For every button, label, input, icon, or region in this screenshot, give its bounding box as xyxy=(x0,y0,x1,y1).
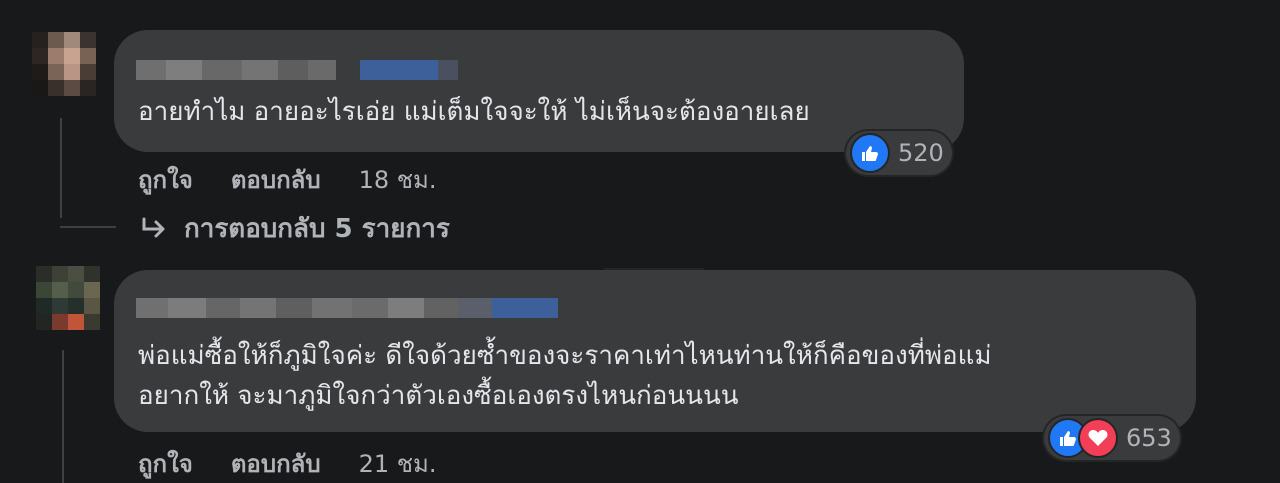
replies-label: การตอบกลับ 5 รายการ xyxy=(184,214,450,244)
comment-text: อายทำไม อายอะไรเอ่ย แม่เต็มใจจะให้ ไม่เห… xyxy=(138,97,810,127)
commenter-name-blurred[interactable] xyxy=(136,298,558,318)
comment-actions: ถูกใจ ตอบกลับ 18 ชม. xyxy=(138,160,474,199)
reaction-summary[interactable]: 653 xyxy=(1044,416,1180,460)
reaction-count: 520 xyxy=(898,139,944,167)
reply-button[interactable]: ตอบกลับ xyxy=(231,444,321,483)
comment-text-line: อยากให้ จะมาภูมิใจกว่าตัวเองซื้อเองตรงไห… xyxy=(138,381,739,411)
reply-arrow-icon xyxy=(142,217,165,237)
commenter-name-blurred[interactable] xyxy=(136,60,458,80)
like-button[interactable]: ถูกใจ xyxy=(138,160,193,199)
thread-line xyxy=(60,118,62,218)
comment-text-line: พ่อแม่ซื้อให้ก็ภูมิใจค่ะ ดีใจด้วยซ้ำของจ… xyxy=(138,341,992,371)
avatar[interactable] xyxy=(32,32,96,96)
avatar[interactable] xyxy=(36,266,100,330)
reaction-count: 653 xyxy=(1126,424,1172,452)
reply-button[interactable]: ตอบกลับ xyxy=(231,160,321,199)
thread-line-curve xyxy=(60,226,116,228)
like-icon xyxy=(850,133,890,173)
timestamp[interactable]: 21 ชม. xyxy=(359,444,437,483)
like-button[interactable]: ถูกใจ xyxy=(138,444,193,483)
view-replies-link[interactable]: การตอบกลับ 5 รายการ xyxy=(140,208,450,249)
timestamp[interactable]: 18 ชม. xyxy=(359,160,437,199)
reaction-summary[interactable]: 520 xyxy=(846,131,952,175)
comment-actions: ถูกใจ ตอบกลับ 21 ชม. xyxy=(138,444,474,483)
comment-bubble: อายทำไม อายอะไรเอ่ย แม่เต็มใจจะให้ ไม่เห… xyxy=(114,30,964,152)
comment-bubble: พ่อแม่ซื้อให้ก็ภูมิใจค่ะ ดีใจด้วยซ้ำของจ… xyxy=(114,270,1196,432)
love-icon xyxy=(1078,418,1118,458)
thread-line xyxy=(62,350,64,483)
